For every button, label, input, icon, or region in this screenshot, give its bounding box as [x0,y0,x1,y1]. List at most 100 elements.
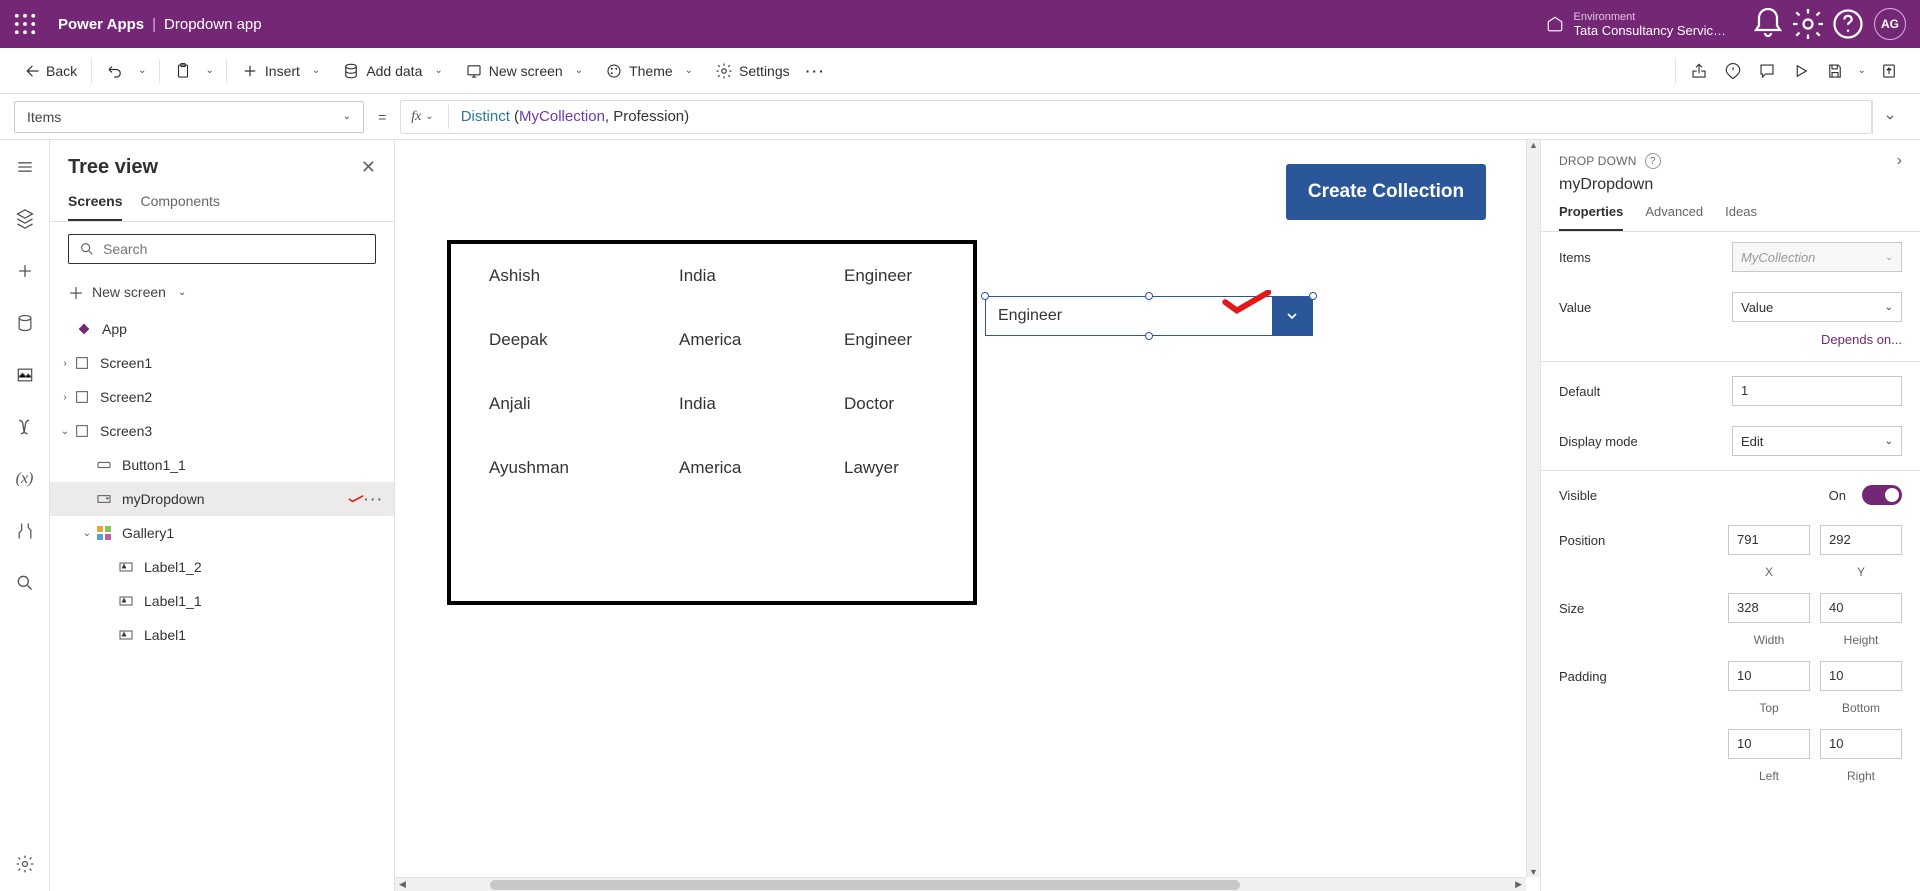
paste-chevron[interactable]: ⌄ [200,65,220,76]
undo-button[interactable] [98,56,132,86]
media-rail-icon[interactable] [8,358,42,392]
title-separator: | [152,16,156,33]
settings-icon[interactable] [1790,6,1826,42]
formula-expand-icon[interactable] [1872,100,1906,134]
tree-view-title: Tree view [68,156,158,179]
save-icon[interactable] [1818,56,1852,86]
variables-rail-icon[interactable]: (x) [8,462,42,496]
flows-rail-icon[interactable] [8,410,42,444]
tree-item-label1-1[interactable]: Label1_1 [50,584,394,618]
tools-rail-icon[interactable] [8,514,42,548]
tree-view-rail-icon[interactable] [8,202,42,236]
formula-input[interactable]: fx ⌄ Distinct (MyCollection, Profession) [400,100,1872,134]
tab-screens[interactable]: Screens [68,193,122,221]
search-input[interactable] [103,241,365,257]
horizontal-scrollbar[interactable]: ◀▶ [395,877,1526,891]
prop-pos-y-input[interactable]: 292 [1820,525,1902,555]
tree-item-label1-2[interactable]: Label1_2 [50,550,394,584]
new-screen-tree-button[interactable]: ＋ New screen ⌄ [68,280,376,304]
search-rail-icon[interactable] [8,566,42,600]
new-screen-label: New screen [489,63,563,79]
prop-height-input[interactable]: 40 [1820,593,1902,623]
checker-icon[interactable] [1716,56,1750,86]
gallery-row: Ashish India Engineer [451,244,973,308]
app-name: Dropdown app [164,16,262,33]
theme-button[interactable]: Theme ⌄ [597,56,707,86]
properties-pane: DROP DOWN ? › myDropdown Properties Adva… [1540,140,1920,891]
settings-rail-icon[interactable] [8,847,42,881]
tree-item-button1-1[interactable]: Button1_1 [50,448,394,482]
back-button[interactable]: Back [14,56,85,86]
expand-pane-icon[interactable]: › [1897,152,1902,170]
prop-pad-left-input[interactable]: 10 [1728,729,1810,759]
tab-advanced[interactable]: Advanced [1645,204,1703,231]
tree-item-screen3[interactable]: ⌄ Screen3 [50,414,394,448]
dropdown-control-selected[interactable]: Engineer [985,296,1313,336]
create-collection-button[interactable]: Create Collection [1286,164,1486,220]
property-selector-value: Items [27,109,61,125]
prop-pad-right-input[interactable]: 10 [1820,729,1902,759]
prop-value-select[interactable]: Value⌄ [1732,292,1902,322]
insert-button[interactable]: Insert ⌄ [233,56,334,86]
environment-picker[interactable]: Environment Tata Consultancy Servic… [1546,11,1726,38]
insert-label: Insert [265,63,300,79]
save-chevron[interactable]: ⌄ [1852,65,1872,76]
tree-item-more-icon[interactable]: ··· [364,491,384,507]
tab-components[interactable]: Components [140,193,219,221]
help-icon[interactable] [1830,6,1866,42]
waffle-icon[interactable] [14,13,36,35]
prop-pad-top-input[interactable]: 10 [1728,661,1810,691]
canvas-area: Create Collection Ashish India Engineer … [395,140,1540,891]
tab-ideas[interactable]: Ideas [1725,204,1757,231]
tree-item-mydropdown[interactable]: myDropdown ··· [50,482,394,516]
tab-properties[interactable]: Properties [1559,204,1623,231]
prop-items-value[interactable]: MyCollection⌄ [1732,242,1902,272]
tree-item-app[interactable]: App [50,312,394,346]
back-label: Back [46,63,77,79]
comments-icon[interactable] [1750,56,1784,86]
play-icon[interactable] [1784,56,1818,86]
data-rail-icon[interactable] [8,306,42,340]
control-name: myDropdown [1541,176,1920,200]
publish-icon[interactable] [1872,56,1906,86]
tree-search[interactable] [68,234,376,264]
paste-button[interactable] [166,56,200,86]
settings-button[interactable]: Settings [707,56,798,86]
prop-default-label: Default [1559,384,1722,399]
tree-item-label1[interactable]: Label1 [50,618,394,652]
property-selector[interactable]: Items ⌄ [14,101,364,133]
prop-width-input[interactable]: 328 [1728,593,1810,623]
notifications-icon[interactable] [1750,6,1786,42]
prop-pos-x-input[interactable]: 791 [1728,525,1810,555]
formula-bar: Items ⌄ = fx ⌄ Distinct (MyCollection, P… [0,94,1920,140]
depends-on-link[interactable]: Depends on... [1541,332,1920,357]
help-icon[interactable]: ? [1645,153,1661,169]
insert-rail-icon[interactable] [8,254,42,288]
gallery-control[interactable]: Ashish India Engineer Deepak America Eng… [447,240,977,605]
new-screen-button[interactable]: New screen ⌄ [457,56,597,86]
prop-visible-label: Visible [1559,488,1819,503]
vertical-scrollbar[interactable]: ▲▼ [1526,140,1540,877]
prop-items-label: Items [1559,250,1722,265]
add-data-label: Add data [366,63,422,79]
tree-item-screen1[interactable]: › Screen1 [50,346,394,380]
dropdown-chevron-icon[interactable] [1272,297,1312,335]
close-icon[interactable]: ✕ [361,157,376,178]
undo-chevron[interactable]: ⌄ [132,65,152,76]
app-header: Power Apps | Dropdown app Environment Ta… [0,0,1920,48]
prop-displaymode-select[interactable]: Edit⌄ [1732,426,1902,456]
share-icon[interactable] [1682,56,1716,86]
tree-item-gallery1[interactable]: ⌄ Gallery1 [50,516,394,550]
add-data-button[interactable]: Add data ⌄ [334,56,456,86]
hamburger-icon[interactable] [8,150,42,184]
formula-code: Distinct (MyCollection, Profession) [461,108,689,126]
prop-default-input[interactable]: 1 [1732,376,1902,406]
overflow-button[interactable]: ··· [798,57,834,85]
prop-visible-toggle[interactable] [1862,485,1902,505]
prop-pad-bottom-input[interactable]: 10 [1820,661,1902,691]
canvas[interactable]: Create Collection Ashish India Engineer … [395,140,1526,877]
tree-view-pane: Tree view ✕ Screens Components ＋ New scr… [50,140,395,891]
tree-item-screen2[interactable]: › Screen2 [50,380,394,414]
avatar[interactable]: AG [1874,8,1906,40]
gallery-row: Deepak America Engineer [451,308,973,372]
